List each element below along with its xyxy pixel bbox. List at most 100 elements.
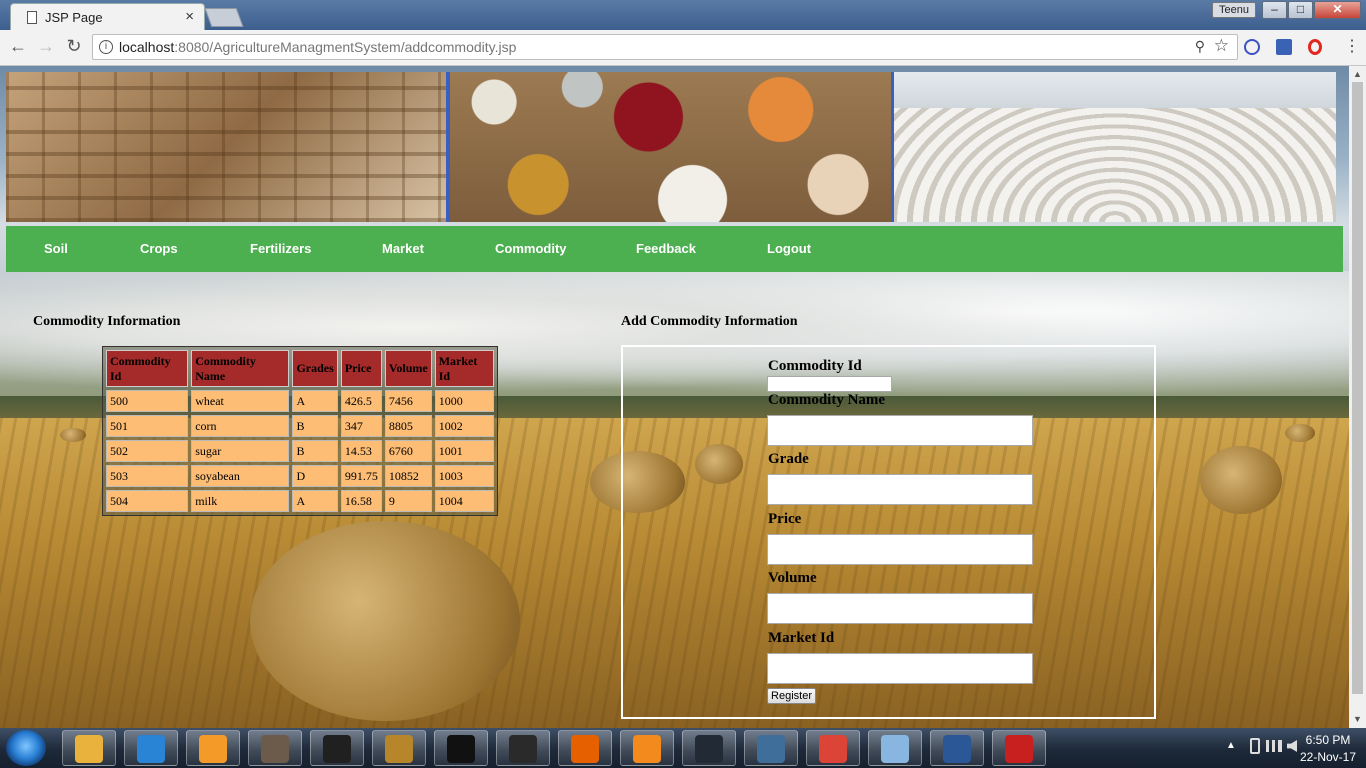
nav-commodity[interactable]: Commodity [495,241,567,256]
nav-feedback[interactable]: Feedback [636,241,696,256]
virtualbox-icon [881,735,909,763]
internet-explorer-taskbar-button[interactable] [124,730,178,766]
table-cell: 1002 [434,415,494,437]
column-header: Market Id [434,350,494,387]
tab-strip: JSP Page × Teenu – □ ✕ [0,0,1366,30]
scrollbar-thumb[interactable] [1352,82,1363,694]
profile-badge[interactable]: Teenu [1212,2,1256,18]
minimize-button[interactable]: – [1262,1,1287,19]
acrobat-taskbar-button[interactable] [992,730,1046,766]
word-taskbar-button[interactable] [930,730,984,766]
hay-bale-image [1200,446,1282,514]
price-input[interactable] [767,534,1033,565]
address-bar[interactable]: i localhost:8080/AgricultureManagmentSys… [92,34,1238,60]
scroll-up-icon[interactable]: ▲ [1349,66,1366,82]
opera-extension-icon[interactable] [1308,39,1322,55]
grade-input[interactable] [767,474,1033,505]
commodity-table: Commodity Id Commodity Name Grades Price… [102,346,498,516]
table-cell: 9 [384,490,432,512]
table-cell: 1003 [434,465,494,487]
tab-jsp-page[interactable]: JSP Page × [10,3,205,30]
price-label: Price [768,511,802,527]
column-header: Commodity Name [191,350,290,387]
close-window-button[interactable]: ✕ [1314,1,1361,19]
media-player-taskbar-button[interactable] [186,730,240,766]
browser-menu-icon[interactable]: ⋮ [1344,36,1360,56]
commodity-id-input[interactable] [767,376,892,392]
page-scrollbar[interactable]: ▲ ▼ [1349,66,1366,728]
volume-input[interactable] [767,593,1033,624]
mysql-console-taskbar-button[interactable] [682,730,736,766]
table-cell: 8805 [384,415,432,437]
commodity-name-input[interactable] [767,415,1033,446]
page-icon [27,11,37,24]
back-arrow-icon[interactable]: ← [7,36,29,57]
nav-fertilizers[interactable]: Fertilizers [250,241,311,256]
market-id-input[interactable] [767,653,1033,684]
sublime-text-icon [633,735,661,763]
table-cell: 1000 [434,390,494,412]
start-button[interactable] [6,730,46,766]
market-sky [894,72,1336,108]
table-cell: 500 [106,390,189,412]
volume-label: Volume [768,570,817,586]
nav-soil[interactable]: Soil [44,241,68,256]
reload-icon[interactable]: ↻ [63,36,85,57]
clock-time[interactable]: 6:50 PM [1298,733,1358,747]
table-row: 503 soyabean D 991.75 10852 1003 [106,465,494,487]
table-cell: 503 [106,465,189,487]
table-cell: milk [191,490,290,512]
firefox-taskbar-button[interactable] [558,730,612,766]
table-cell: 6760 [384,440,432,462]
scroll-down-icon[interactable]: ▼ [1349,711,1366,727]
table-cell: A [292,390,338,412]
table-header-row: Commodity Id Commodity Name Grades Price… [106,350,494,387]
mysql-workbench-taskbar-button[interactable] [744,730,798,766]
table-cell: 502 [106,440,189,462]
battery-icon[interactable] [1250,738,1260,754]
new-tab-button[interactable] [204,8,244,27]
virtualbox-taskbar-button[interactable] [868,730,922,766]
pes-15-taskbar-button[interactable] [310,730,364,766]
table-cell: 7456 [384,390,432,412]
add-commodity-form: Commodity Id Commodity Name Grade Price … [621,345,1156,719]
block-extension-icon[interactable] [1244,39,1260,55]
firefox-icon [571,735,599,763]
nav-crops[interactable]: Crops [140,241,178,256]
table-cell: B [292,440,338,462]
column-header: Volume [384,350,432,387]
url-text[interactable]: localhost:8080/AgricultureManagmentSyste… [119,39,516,55]
sleeping-dogs-taskbar-button[interactable] [496,730,550,766]
windows-taskbar: ▲ 6:50 PM 22-Nov-17 [0,728,1366,768]
sublime-text-taskbar-button[interactable] [620,730,674,766]
close-tab-icon[interactable]: × [185,8,194,25]
maximize-button[interactable]: □ [1288,1,1313,19]
chrome-taskbar-button[interactable] [806,730,860,766]
forward-arrow-icon[interactable]: → [35,36,57,57]
network-icon[interactable] [1266,740,1282,752]
info-icon[interactable]: i [99,40,113,54]
table-cell: 426.5 [340,390,382,412]
table-row: 502 sugar B 14.53 6760 1001 [106,440,494,462]
column-header: Grades [292,350,338,387]
chrome-icon [819,735,847,763]
bookmark-star-icon[interactable]: ☆ [1214,36,1229,56]
url-path: :8080/AgricultureManagmentSystem/addcomm… [174,39,517,55]
table-cell: D [292,465,338,487]
table-row: 501 corn B 347 8805 1002 [106,415,494,437]
wwe-taskbar-button[interactable] [434,730,488,766]
zoom-icon[interactable]: ⚲ [1195,38,1205,55]
commodity-id-label: Commodity Id [768,358,862,374]
market-id-label: Market Id [768,630,835,646]
volume-icon[interactable] [1287,740,1297,752]
counter-strike-taskbar-button[interactable] [372,730,426,766]
game-fifa-taskbar-button[interactable] [248,730,302,766]
clock-date[interactable]: 22-Nov-17 [1298,750,1358,764]
file-explorer-taskbar-button[interactable] [62,730,116,766]
page-viewport: Soil Crops Fertilizers Market Commodity … [0,66,1349,728]
show-hidden-icons-icon[interactable]: ▲ [1226,740,1236,751]
nav-market[interactable]: Market [382,241,424,256]
nav-logout[interactable]: Logout [767,241,811,256]
cube-extension-icon[interactable] [1276,39,1292,55]
register-button[interactable]: Register [767,688,816,704]
